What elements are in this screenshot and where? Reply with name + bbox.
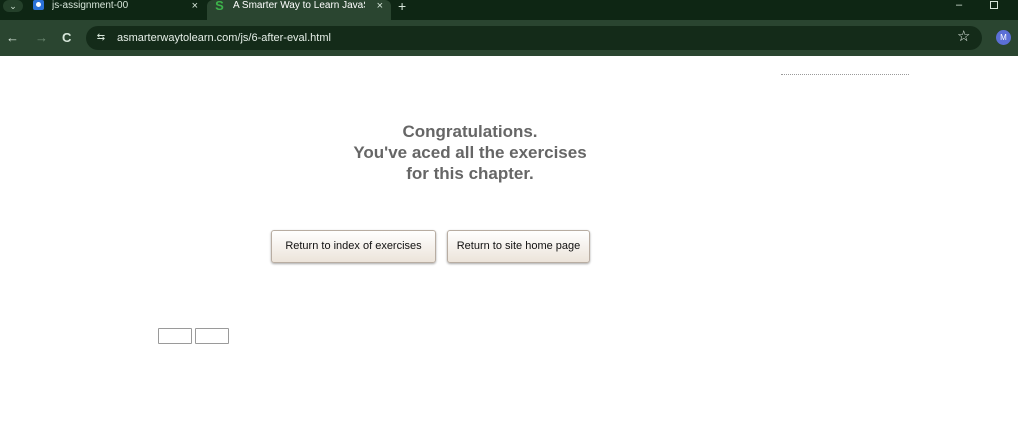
bookmark-star-icon[interactable]: ☆	[957, 28, 970, 46]
dotted-divider	[781, 74, 909, 76]
tab-smarter-way[interactable]: S A Smarter Way to Learn JavaSc ×	[207, 0, 391, 20]
empty-box[interactable]	[158, 328, 192, 344]
new-tab-button[interactable]: +	[398, 0, 406, 13]
message-line-1: Congratulations.	[402, 122, 538, 141]
back-arrow-icon[interactable]: ←	[6, 29, 19, 47]
tab-title: A Smarter Way to Learn JavaSc	[233, 0, 365, 11]
profile-avatar[interactable]: M	[996, 30, 1011, 45]
return-to-home-button[interactable]: Return to site home page	[447, 230, 590, 263]
tab-search-chevron-icon[interactable]: ⌄	[3, 0, 23, 12]
url-text[interactable]: asmarterwaytolearn.com/js/6-after-eval.h…	[117, 31, 331, 45]
message-line-3: for this chapter.	[406, 164, 534, 183]
tab-js-assignment[interactable]: js-assignment-00 ×	[26, 0, 206, 20]
close-icon[interactable]: ×	[192, 0, 198, 12]
tab-strip: ⌄ js-assignment-00 × S A Smarter Way to …	[0, 0, 1018, 20]
forward-arrow-icon[interactable]: →	[35, 29, 48, 47]
browser-toolbar: ← → C ⇆ asmarterwaytolearn.com/js/6-afte…	[0, 20, 1018, 56]
restore-window-icon[interactable]	[990, 1, 998, 9]
doc-user-icon	[33, 0, 44, 10]
message-line-2: You've aced all the exercises	[353, 143, 587, 162]
return-to-index-button[interactable]: Return to index of exercises	[271, 230, 436, 263]
empty-box[interactable]	[195, 328, 229, 344]
reload-icon[interactable]: C	[62, 29, 71, 47]
congratulations-message: Congratulations. You've aced all the exe…	[300, 121, 640, 184]
close-icon[interactable]: ×	[377, 0, 383, 12]
site-s-icon: S	[215, 0, 224, 13]
minimize-icon[interactable]: –	[956, 0, 962, 11]
site-info-icon[interactable]: ⇆	[94, 31, 108, 45]
tab-title: js-assignment-00	[52, 0, 129, 11]
address-bar[interactable]: ⇆ asmarterwaytolearn.com/js/6-after-eval…	[86, 26, 982, 50]
